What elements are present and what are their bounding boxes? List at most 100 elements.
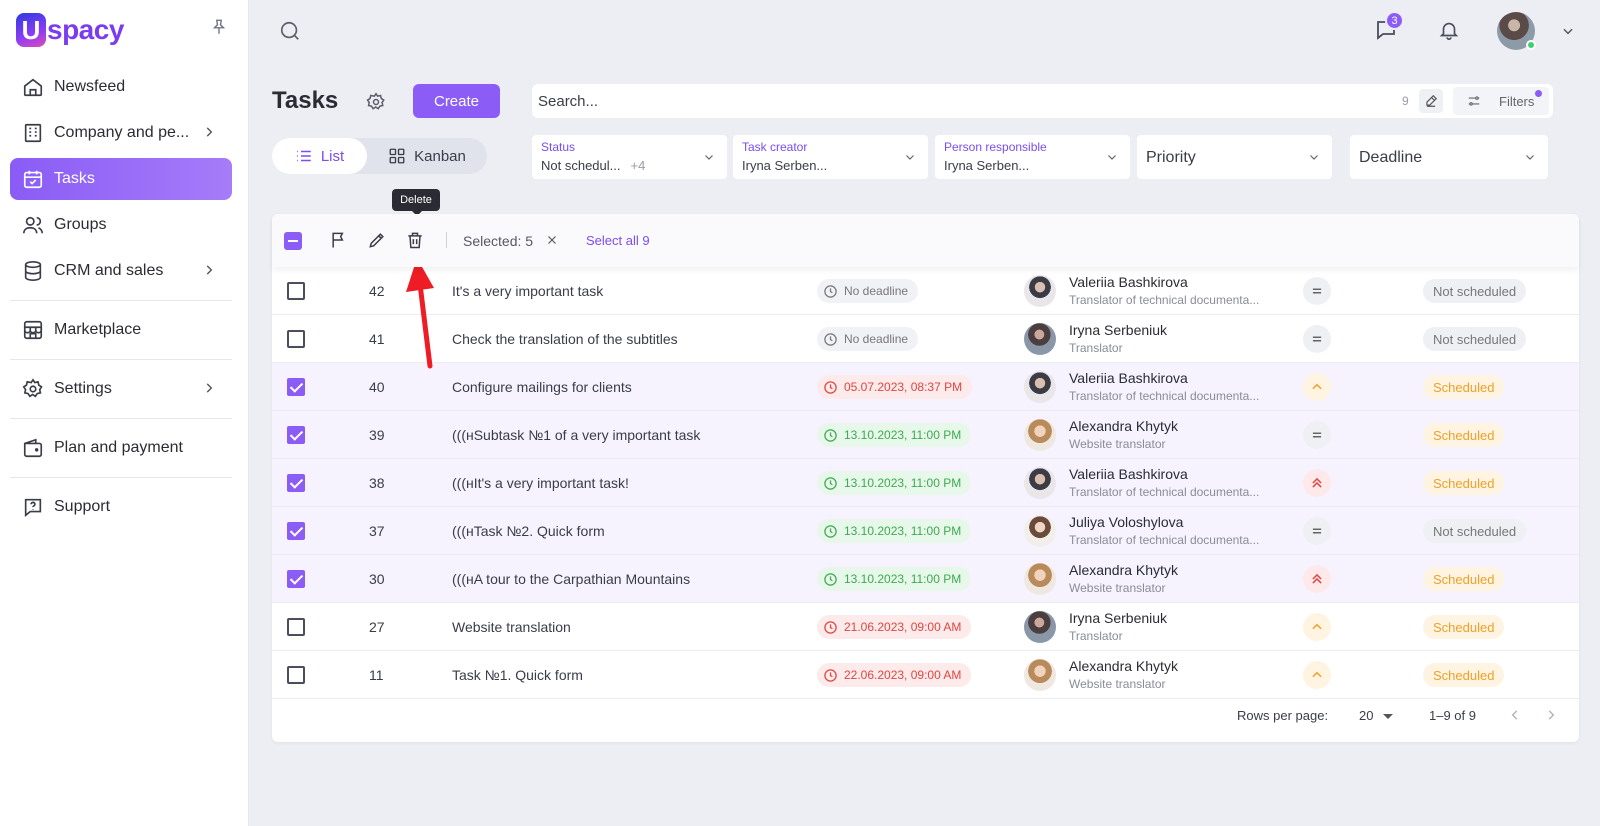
view-list-button[interactable]: List [272,138,367,174]
caret-down-icon[interactable] [1383,714,1393,719]
task-name[interactable]: It's a very important task [452,283,603,299]
task-name[interactable]: Check the translation of the subtitles [452,331,678,347]
row-checkbox[interactable] [287,282,305,300]
priority-indicator[interactable] [1303,373,1331,401]
task-name[interactable]: Task №1. Quick form [452,667,583,683]
select-all-link[interactable]: Select all 9 [586,233,650,248]
task-name[interactable]: (((нA tour to the Carpathian Mountains [452,571,690,587]
person-name[interactable]: Iryna Serbeniuk [1069,322,1167,338]
chevron-down-icon[interactable] [1561,24,1575,38]
flag-icon[interactable] [329,230,349,250]
view-list-label: List [320,147,345,165]
status-filter[interactable]: Status Not schedul... +4 [532,135,727,179]
priority-indicator[interactable] [1303,325,1331,353]
sidebar-item-label: CRM and sales [54,262,164,279]
rows-per-page-select[interactable]: 20 [1359,708,1373,723]
create-button[interactable]: Create [413,84,500,118]
task-name[interactable]: Website translation [452,619,571,635]
list-icon [297,150,311,162]
chevron-right-icon[interactable] [1544,708,1558,722]
person-name[interactable]: Valeriia Bashkirova [1069,274,1188,290]
row-checkbox[interactable] [287,618,305,636]
row-checkbox[interactable] [287,330,305,348]
table-row[interactable]: 39 (((нSubtask №1 of a very important tas… [272,411,1579,459]
search-input[interactable] [538,88,1358,114]
sidebar-item-support[interactable]: Support [10,486,232,528]
row-checkbox[interactable] [287,666,305,684]
status-badge[interactable]: Scheduled [1423,615,1505,639]
priority-indicator[interactable] [1303,517,1331,545]
person-avatar [1024,275,1056,307]
search-result-count: 9 [1402,94,1409,108]
row-checkbox[interactable] [287,522,305,540]
clock-icon [824,668,837,682]
deadline-filter[interactable]: Deadline [1350,135,1548,179]
person-name[interactable]: Valeriia Bashkirova [1069,466,1188,482]
row-checkbox[interactable] [287,378,305,396]
view-kanban-button[interactable]: Kanban [367,138,487,174]
annotation-arrow [406,258,434,369]
priority-indicator[interactable] [1303,661,1331,689]
table-body: 42 It's a very important task No deadline V… [272,267,1579,699]
status-badge[interactable]: Not scheduled [1423,327,1527,351]
select-all-checkbox[interactable] [284,232,302,250]
row-checkbox[interactable] [287,426,305,444]
priority-indicator[interactable] [1303,469,1331,497]
sidebar-item-label: Marketplace [54,321,142,338]
status-badge[interactable]: Scheduled [1423,423,1505,447]
person-name[interactable]: Juliya Voloshylova [1069,514,1183,530]
table-row[interactable]: 40 Configure mailings for clients 05.07.20… [272,363,1579,411]
table-row[interactable]: 38 (((нIt's a very important task! 13.10.2… [272,459,1579,507]
person-avatar [1024,659,1056,691]
priority-indicator[interactable] [1303,421,1331,449]
person-name[interactable]: Alexandra Khytyk [1069,418,1178,434]
sidebar-item-newsfeed[interactable]: Newsfeed [10,66,232,108]
person-name[interactable]: Valeriia Bashkirova [1069,370,1188,386]
person-name[interactable]: Iryna Serbeniuk [1069,610,1167,626]
pagination: Rows per page: 20 1–9 of 9 [272,689,1579,742]
clear-search-button[interactable] [1419,89,1443,113]
status-badge[interactable]: Scheduled [1423,375,1505,399]
bell-icon[interactable] [1438,19,1460,41]
logo[interactable]: U spacy [16,12,124,48]
task-name[interactable]: (((нIt's a very important task! [452,475,629,491]
sidebar-item-settings[interactable]: Settings [10,368,232,410]
person-responsible-filter[interactable]: Person responsible Iryna Serben... [935,135,1130,179]
pin-icon[interactable] [210,18,228,36]
table-row[interactable]: 41 Check the translation of the subtitles… [272,315,1579,363]
person-avatar [1024,419,1056,451]
pencil-icon[interactable] [367,230,387,250]
trash-icon[interactable] [405,230,425,250]
priority-indicator[interactable] [1303,277,1331,305]
row-checkbox[interactable] [287,474,305,492]
task-name[interactable]: (((нTask №2. Quick form [452,523,605,539]
row-checkbox[interactable] [287,570,305,588]
task-name[interactable]: Configure mailings for clients [452,379,632,395]
task-creator-filter[interactable]: Task creator Iryna Serben... [733,135,928,179]
chevron-left-icon[interactable] [1508,708,1522,722]
status-badge[interactable]: Not scheduled [1423,519,1527,543]
task-name[interactable]: (((нSubtask №1 of a very important task [452,427,700,443]
sidebar-item-marketplace[interactable]: Marketplace [10,309,232,351]
priority-indicator[interactable] [1303,565,1331,593]
table-row[interactable]: 37 (((нTask №2. Quick form 13.10.2023, 11:… [272,507,1579,555]
status-badge[interactable]: Scheduled [1423,471,1505,495]
sidebar-item-groups[interactable]: Groups [10,204,232,246]
close-icon[interactable] [545,233,559,247]
sidebar-item-tasks[interactable]: Tasks [10,158,232,200]
person-name[interactable]: Alexandra Khytyk [1069,562,1178,578]
table-row[interactable]: 42 It's a very important task No deadline V… [272,267,1579,315]
status-badge[interactable]: Scheduled [1423,663,1505,687]
status-badge[interactable]: Scheduled [1423,567,1505,591]
search-icon[interactable] [279,20,301,42]
priority-filter[interactable]: Priority [1137,135,1332,179]
sidebar-item-crm[interactable]: CRM and sales [10,250,232,292]
sidebar-item-company[interactable]: Company and pe... [10,112,232,154]
sidebar-item-plan[interactable]: Plan and payment [10,427,232,469]
table-row[interactable]: 30 (((нA tour to the Carpathian Mountains… [272,555,1579,603]
person-name[interactable]: Alexandra Khytyk [1069,658,1178,674]
status-badge[interactable]: Not scheduled [1423,279,1527,303]
table-row[interactable]: 27 Website translation 21.06.2023, 09:00 A… [272,603,1579,651]
priority-indicator[interactable] [1303,613,1331,641]
gear-icon[interactable] [366,92,386,112]
